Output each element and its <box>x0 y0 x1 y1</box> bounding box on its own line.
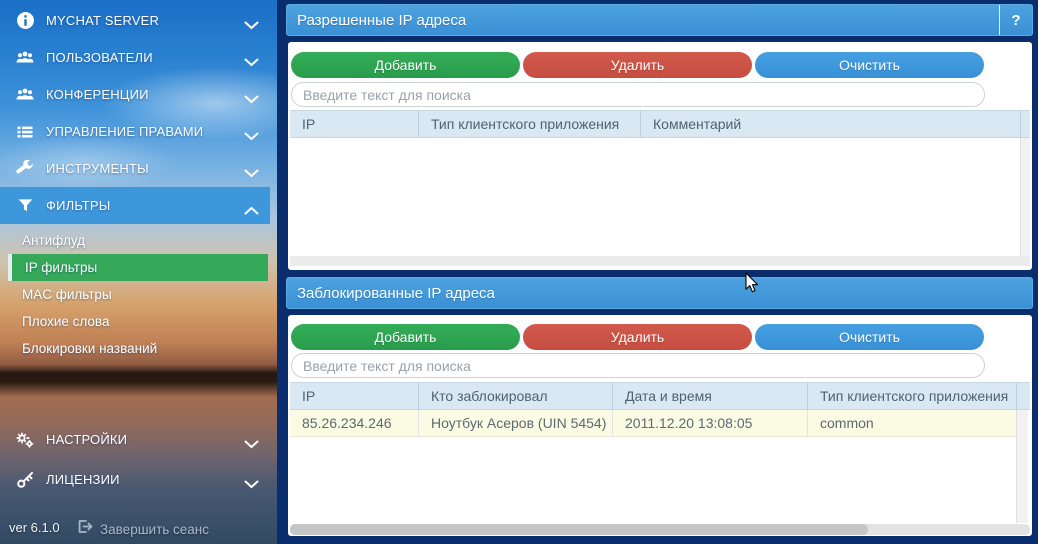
wrench-icon <box>13 159 37 178</box>
blocked-search-input[interactable] <box>291 353 985 378</box>
blocked-table-vscrollbar[interactable] <box>1016 410 1028 523</box>
blocked-row-ip: 85.26.234.246 <box>302 415 392 431</box>
blocked-ips-panel-title: Заблокированные IP адреса <box>297 284 495 302</box>
blocked-header-filler <box>1016 383 1030 409</box>
blocked-col-client-type[interactable]: Тип клиентского приложения <box>807 383 1016 409</box>
filter-icon <box>13 197 37 214</box>
blocked-table-row[interactable]: 85.26.234.246 Ноутбук Асеров (UIN 5454) … <box>290 410 1016 437</box>
users-icon <box>13 49 37 67</box>
key-icon <box>13 470 37 489</box>
list-icon <box>13 123 37 141</box>
sidebar-item-mychat-server[interactable]: MYCHAT SERVER <box>0 2 270 39</box>
chevron-down-icon <box>244 165 259 183</box>
sidebar-item-filters[interactable]: ФИЛЬТРЫ <box>0 187 270 224</box>
chevron-down-icon <box>244 476 259 494</box>
blocked-add-button[interactable]: Добавить <box>291 324 520 350</box>
allowed-header-filler <box>1020 111 1030 137</box>
blocked-col-datetime[interactable]: Дата и время <box>612 383 807 409</box>
sidebar-item-label: ФИЛЬТРЫ <box>46 198 111 213</box>
sidebar-item-users[interactable]: ПОЛЬЗОВАТЕЛИ <box>0 39 270 76</box>
allowed-add-button[interactable]: Добавить <box>291 52 520 78</box>
version-label: ver 6.1.0 <box>9 520 60 535</box>
allowed-table-vscrollbar[interactable] <box>1020 138 1030 256</box>
sidebar-subitem-antiflood[interactable]: Антифлуд <box>0 227 270 254</box>
mychat-server-admin-window: MYCHAT SERVER ПОЛЬЗОВАТЕЛИ КОНФЕРЕНЦИИ У… <box>0 0 1038 544</box>
blocked-col-ip[interactable]: IP <box>290 383 418 409</box>
sidebar-item-conferences[interactable]: КОНФЕРЕНЦИИ <box>0 76 270 113</box>
sidebar-item-label: НАСТРОЙКИ <box>46 432 128 447</box>
sidebar: MYCHAT SERVER ПОЛЬЗОВАТЕЛИ КОНФЕРЕНЦИИ У… <box>0 0 277 544</box>
chevron-down-icon <box>244 17 259 35</box>
blocked-table-hscrollbar[interactable] <box>290 524 1030 535</box>
allowed-ips-panel-header: Разрешенные IP адреса ? <box>286 4 1033 36</box>
sidebar-footer: ver 6.1.0 Завершить сеанс <box>0 512 277 544</box>
sidebar-item-settings[interactable]: НАСТРОЙКИ <box>0 421 270 458</box>
sidebar-item-label: ПОЛЬЗОВАТЕЛИ <box>46 50 153 65</box>
allowed-table-hscrollbar[interactable] <box>290 256 1030 266</box>
logout-button[interactable]: Завершить сеанс <box>76 518 209 540</box>
sidebar-subitem-label: Блокировки названий <box>22 341 158 356</box>
hscrollbar-thumb[interactable] <box>290 524 868 535</box>
blocked-col-blocked-by[interactable]: Кто заблокировал <box>418 383 612 409</box>
allowed-col-ip[interactable]: IP <box>290 111 418 137</box>
help-button[interactable]: ? <box>999 5 1032 35</box>
sidebar-subitem-mac-filters[interactable]: MAC фильтры <box>0 281 270 308</box>
allowed-delete-button[interactable]: Удалить <box>523 52 752 78</box>
blocked-delete-button[interactable]: Удалить <box>523 324 752 350</box>
conference-icon <box>13 86 37 104</box>
allowed-search-input[interactable] <box>291 82 985 107</box>
allowed-ips-panel-title: Разрешенные IP адреса <box>297 11 467 29</box>
allowed-clear-button[interactable]: Очистить <box>755 52 984 78</box>
logout-label: Завершить сеанс <box>100 521 210 537</box>
blocked-ips-panel-header: Заблокированные IP адреса <box>286 277 1033 309</box>
sidebar-subitem-label: MAC фильтры <box>22 287 112 302</box>
sidebar-item-label: ИНСТРУМЕНТЫ <box>46 161 149 176</box>
sidebar-item-label: УПРАВЛЕНИЕ ПРАВАМИ <box>46 124 204 139</box>
blocked-row-datetime: 2011.12.20 13:08:05 <box>612 410 807 436</box>
gears-icon <box>13 431 37 449</box>
sidebar-subitem-label: Антифлуд <box>22 233 86 248</box>
blocked-clear-button[interactable]: Очистить <box>755 324 984 350</box>
allowed-ips-panel: Добавить Удалить Очистить IP Тип клиентс… <box>288 42 1032 270</box>
blocked-ips-panel: Добавить Удалить Очистить IP Кто заблоки… <box>288 315 1032 536</box>
chevron-down-icon <box>244 91 259 109</box>
chevron-down-icon <box>244 128 259 146</box>
allowed-table-header: IP Тип клиентского приложения Комментари… <box>290 110 1030 138</box>
sidebar-subitem-name-blocks[interactable]: Блокировки названий <box>0 335 270 362</box>
chevron-up-icon <box>244 202 259 220</box>
allowed-col-comment[interactable]: Комментарий <box>640 111 1020 137</box>
allowed-col-client-type[interactable]: Тип клиентского приложения <box>418 111 640 137</box>
sidebar-item-rights-management[interactable]: УПРАВЛЕНИЕ ПРАВАМИ <box>0 113 270 150</box>
blocked-row-blocked-by: Ноутбук Асеров (UIN 5454) <box>418 410 612 436</box>
chevron-down-icon <box>244 436 259 454</box>
logout-icon <box>76 518 93 540</box>
blocked-table-header: IP Кто заблокировал Дата и время Тип кли… <box>290 382 1030 410</box>
sidebar-item-label: ЛИЦЕНЗИИ <box>46 472 120 487</box>
info-icon <box>13 11 37 30</box>
chevron-down-icon <box>244 54 259 72</box>
sidebar-subitem-label: IP фильтры <box>25 260 98 275</box>
sidebar-subitem-label: Плохие слова <box>22 314 110 329</box>
sidebar-item-tools[interactable]: ИНСТРУМЕНТЫ <box>0 150 270 187</box>
blocked-row-client-type: common <box>807 410 1016 436</box>
sidebar-subitem-bad-words[interactable]: Плохие слова <box>0 308 270 335</box>
sidebar-subitem-ip-filters[interactable]: IP фильтры <box>8 254 268 281</box>
sidebar-item-label: MYCHAT SERVER <box>46 13 160 28</box>
sidebar-item-label: КОНФЕРЕНЦИИ <box>46 87 149 102</box>
sidebar-item-licenses[interactable]: ЛИЦЕНЗИИ <box>0 461 270 498</box>
